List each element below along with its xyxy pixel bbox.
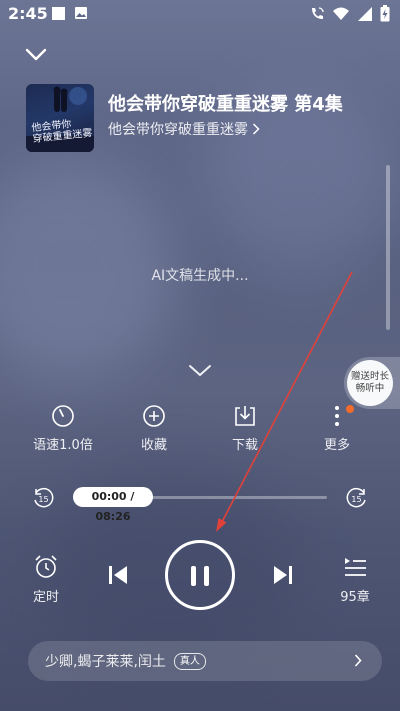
- download-icon: [235, 406, 255, 426]
- cast-names: 少卿,蝎子莱莱,闰土: [45, 654, 166, 670]
- speed-icon: [52, 405, 74, 427]
- episode-list-button[interactable]: 95章: [336, 554, 374, 605]
- forward-seconds: 15: [351, 495, 361, 504]
- more-button[interactable]: 更多: [302, 404, 372, 453]
- pause-icon: [204, 566, 209, 586]
- image-notification-icon: [75, 7, 87, 19]
- promo-line1: 赠送时长: [350, 371, 389, 382]
- previous-track-icon[interactable]: [107, 564, 129, 586]
- promo-bubble: 赠送时长 畅听中: [347, 360, 393, 406]
- album-name: 他会带你穿破重重迷雾: [108, 122, 248, 138]
- episode-title: 他会带你穿破重重迷雾 第4集: [108, 94, 343, 115]
- notification-square-icon: [52, 7, 65, 20]
- real-person-badge: 真人: [173, 652, 206, 670]
- status-bar: 2:45: [0, 0, 400, 28]
- pause-button[interactable]: [165, 540, 235, 610]
- free-time-promo[interactable]: 赠送时长 畅听中: [344, 357, 400, 409]
- transcript-status: AI文稿生成中...: [151, 268, 249, 284]
- wifi-call-icon: [312, 6, 324, 19]
- forward-15-icon[interactable]: 15: [345, 486, 369, 510]
- playlist-icon: [345, 558, 366, 576]
- favorite-button[interactable]: 收藏: [119, 404, 189, 453]
- chevron-down-icon[interactable]: [24, 44, 48, 64]
- plus-circle-icon: [143, 405, 165, 427]
- episode-count-label: 95章: [340, 590, 370, 605]
- cast-bar[interactable]: 少卿,蝎子莱莱,闰土 真人: [28, 641, 382, 681]
- status-time: 2:45: [8, 4, 48, 23]
- speed-button[interactable]: 语速1.0倍: [28, 404, 98, 453]
- timer-label: 定时: [32, 590, 59, 605]
- download-label: 下载: [231, 438, 258, 453]
- speed-label: 语速1.0倍: [33, 438, 93, 453]
- transcript-scrollbar[interactable]: [386, 165, 390, 330]
- progress-time-pill[interactable]: 00:00 / 08:26: [73, 487, 153, 523]
- wifi-icon: [333, 7, 349, 20]
- status-icons: [309, 5, 390, 22]
- pause-icon: [191, 566, 196, 586]
- notification-dot: [346, 405, 354, 413]
- timer-button[interactable]: 定时: [28, 554, 64, 605]
- chevron-right-icon: [354, 654, 362, 667]
- more-label: 更多: [323, 438, 350, 453]
- next-track-icon[interactable]: [272, 564, 294, 586]
- download-button[interactable]: 下载: [210, 404, 280, 453]
- album-link[interactable]: 他会带你穿破重重迷雾: [108, 119, 260, 139]
- battery-icon: [380, 5, 390, 22]
- alarm-clock-icon: [35, 555, 57, 578]
- expand-chevron-icon[interactable]: [188, 364, 212, 378]
- promo-line2: 畅听中: [355, 383, 385, 394]
- album-cover[interactable]: 他会带你 穿破重重迷雾: [26, 84, 94, 152]
- signal-icon: [358, 6, 372, 21]
- favorite-label: 收藏: [140, 438, 167, 453]
- chevron-right-icon: [252, 123, 260, 135]
- progress-bar[interactable]: 00:00 / 08:26: [0, 482, 400, 523]
